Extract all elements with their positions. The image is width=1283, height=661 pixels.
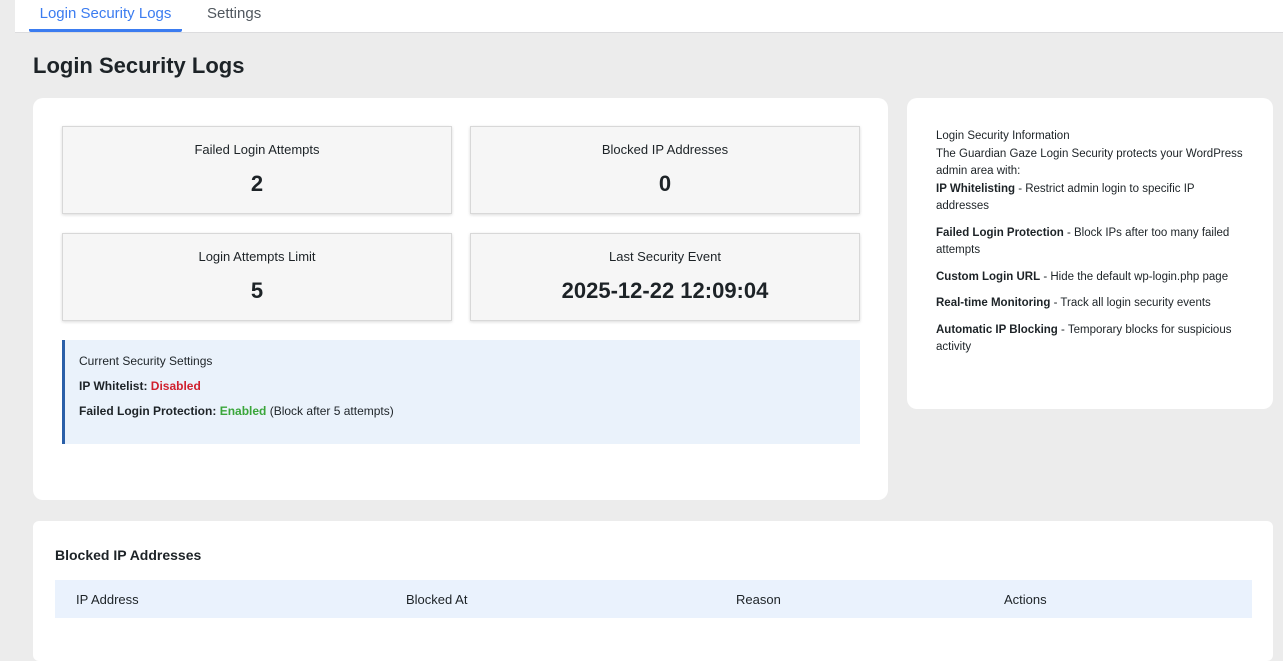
- stat-last-event: Last Security Event 2025-12-22 12:09:04: [470, 233, 860, 321]
- feature-name: Custom Login URL: [936, 270, 1041, 283]
- feature-name: Automatic IP Blocking: [936, 323, 1058, 336]
- feature-item: Automatic IP Blocking - Temporary blocks…: [936, 322, 1244, 357]
- page-title: Login Security Logs: [33, 53, 245, 78]
- blocked-ips-title: Blocked IP Addresses: [55, 547, 202, 563]
- feature-desc: - Hide the default wp-login.php page: [1040, 270, 1229, 283]
- table-header: IP Address Blocked At Reason Actions: [55, 580, 1252, 618]
- tab-login-security-logs[interactable]: Login Security Logs: [29, 5, 182, 32]
- stat-value: 2025-12-22 12:09:04: [561, 278, 769, 303]
- feature-item: Failed Login Protection - Block IPs afte…: [936, 225, 1244, 260]
- tab-settings[interactable]: Settings: [207, 5, 261, 32]
- stat-attempts-limit: Login Attempts Limit 5: [62, 233, 452, 321]
- feature-name: Real-time Monitoring: [936, 297, 1051, 309]
- blocked-ips-card: Blocked IP Addresses IP Address Blocked …: [33, 521, 1273, 661]
- current-settings-box: Current Security Settings IP Whitelist: …: [62, 340, 860, 444]
- settings-title: Current Security Settings: [79, 354, 213, 368]
- feature-name: IP Whitelisting: [936, 182, 1016, 195]
- column-reason: Reason: [736, 592, 781, 607]
- tab-bar: Login Security Logs Settings: [15, 0, 1283, 33]
- stats-card: Failed Login Attempts 2 Blocked IP Addres…: [33, 98, 888, 500]
- feature-item: IP Whitelisting - Restrict admin login t…: [936, 181, 1244, 216]
- stat-failed-logins: Failed Login Attempts 2: [62, 126, 452, 214]
- info-intro: The Guardian Gaze Login Security protect…: [936, 147, 1243, 178]
- feature-item: Custom Login URL - Hide the default wp-l…: [936, 269, 1244, 287]
- protection-status: Enabled: [219, 404, 267, 418]
- stat-value: 5: [250, 278, 264, 303]
- column-ip-address: IP Address: [76, 592, 139, 607]
- feature-name: Failed Login Protection: [936, 226, 1064, 239]
- stat-label: Failed Login Attempts: [194, 142, 320, 157]
- protection-note: (Block after 5 attempts): [269, 404, 394, 418]
- stat-value: 0: [658, 171, 672, 196]
- feature-item: Real-time Monitoring - Track all login s…: [936, 295, 1244, 313]
- column-actions: Actions: [1004, 592, 1047, 607]
- stat-label: Blocked IP Addresses: [601, 142, 729, 157]
- column-blocked-at: Blocked At: [406, 592, 468, 607]
- info-title: Login Security Information: [936, 130, 1070, 142]
- feature-desc: - Track all login security events: [1050, 297, 1211, 309]
- whitelist-status: Disabled: [150, 379, 201, 393]
- whitelist-label: IP Whitelist:: [79, 379, 148, 393]
- stat-label: Last Security Event: [609, 249, 721, 264]
- stat-blocked-ips: Blocked IP Addresses 0: [470, 126, 860, 214]
- stat-label: Login Attempts Limit: [198, 249, 316, 264]
- stat-value: 2: [250, 171, 264, 196]
- protection-label: Failed Login Protection:: [79, 404, 217, 418]
- info-card: Login Security Information The Guardian …: [907, 98, 1273, 409]
